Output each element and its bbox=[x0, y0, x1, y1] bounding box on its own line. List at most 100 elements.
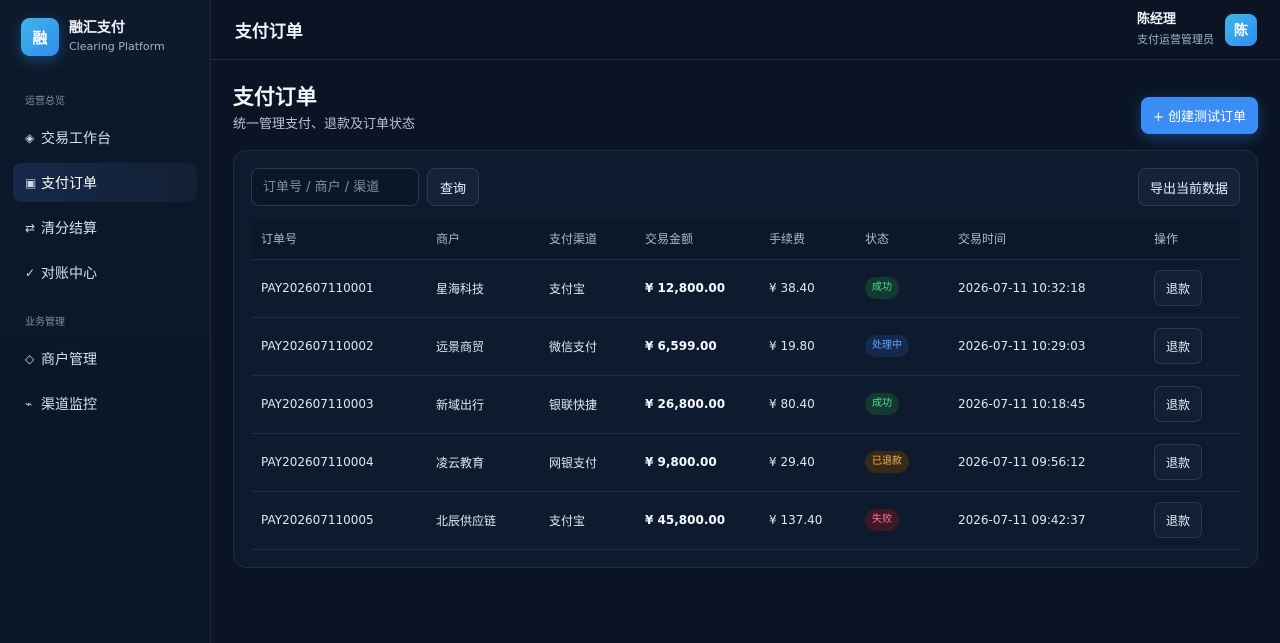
sidebar-item-label: 对账中心 bbox=[41, 265, 97, 282]
action-cell: 退款 bbox=[1144, 259, 1240, 318]
action-cell: 退款 bbox=[1144, 433, 1240, 492]
page-description: 统一管理支付、退款及订单状态 bbox=[233, 117, 416, 132]
orders-card: 查询 导出当前数据 订单号 商户 支付渠道 交易金额 手续费 状态 交易时间 操… bbox=[233, 150, 1258, 568]
payment-channel: 微信支付 bbox=[539, 317, 635, 376]
topbar-title: 支付订单 bbox=[235, 22, 303, 42]
column-header-amount: 交易金额 bbox=[635, 219, 759, 260]
action-cell: 退款 bbox=[1144, 375, 1240, 434]
merchant-name: 凌云教育 bbox=[426, 433, 539, 492]
refund-button[interactable]: 退款 bbox=[1154, 270, 1203, 306]
create-test-order-button[interactable]: + 创建测试订单 bbox=[1140, 97, 1258, 134]
column-header-order-id: 订单号 bbox=[251, 219, 426, 260]
topbar: 支付订单 陈经理 支付运营管理员 陈 bbox=[211, 0, 1280, 60]
merchant-name: 星海科技 bbox=[426, 259, 539, 318]
brand-name: 融汇支付 bbox=[69, 20, 125, 36]
transaction-amount: ¥ 6,599.00 bbox=[635, 317, 759, 376]
status-badge: 已退款 bbox=[865, 451, 909, 473]
merchant-name: 北辰供应链 bbox=[426, 491, 539, 550]
table-header-row: 订单号 商户 支付渠道 交易金额 手续费 状态 交易时间 操作 bbox=[251, 219, 1240, 260]
user-role: 支付运营管理员 bbox=[1137, 33, 1214, 46]
table-row: PAY202607110003 新域出行 银联快捷 ¥ 26,800.00 ¥ … bbox=[251, 375, 1240, 434]
order-id: PAY202607110002 bbox=[251, 317, 426, 376]
query-button[interactable]: 查询 bbox=[427, 168, 480, 206]
exchange-arrows-icon: ⇄ bbox=[25, 220, 36, 235]
order-id: PAY202607110004 bbox=[251, 433, 426, 492]
column-header-status: 状态 bbox=[855, 219, 948, 260]
fee: ¥ 19.80 bbox=[759, 317, 855, 376]
search-input[interactable] bbox=[251, 168, 419, 206]
sidebar-item-trading-workbench[interactable]: ◈ 交易工作台 bbox=[13, 118, 197, 157]
transaction-amount: ¥ 9,800.00 bbox=[635, 433, 759, 492]
order-id: PAY202607110001 bbox=[251, 259, 426, 318]
transaction-time: 2026-07-11 10:18:45 bbox=[948, 375, 1144, 434]
status-cell: 成功 bbox=[855, 375, 948, 434]
sidebar-item-channel-monitoring[interactable]: ⌁ 渠道监控 bbox=[13, 384, 197, 423]
transaction-amount: ¥ 45,800.00 bbox=[635, 491, 759, 550]
sidebar-item-label: 交易工作台 bbox=[41, 130, 111, 147]
avatar[interactable]: 陈 bbox=[1225, 13, 1257, 46]
table-row: PAY202607110001 星海科技 支付宝 ¥ 12,800.00 ¥ 3… bbox=[251, 259, 1240, 318]
status-cell: 成功 bbox=[855, 259, 948, 318]
user-menu[interactable]: 陈经理 支付运营管理员 陈 bbox=[1137, 11, 1257, 48]
refund-button[interactable]: 退款 bbox=[1154, 386, 1203, 422]
user-name: 陈经理 bbox=[1137, 12, 1177, 27]
status-cell: 处理中 bbox=[855, 317, 948, 376]
payment-channel: 支付宝 bbox=[539, 259, 635, 318]
sidebar-item-merchant-management[interactable]: ◇ 商户管理 bbox=[13, 339, 197, 378]
transaction-time: 2026-07-11 10:32:18 bbox=[948, 259, 1144, 318]
transaction-time: 2026-07-11 09:56:12 bbox=[948, 433, 1144, 492]
user-info: 陈经理 支付运营管理员 bbox=[1137, 11, 1214, 48]
sidebar-item-payment-orders[interactable]: ▣ 支付订单 bbox=[13, 163, 197, 202]
nav-section-overview: 运营总览 bbox=[25, 96, 65, 107]
transaction-time: 2026-07-11 09:42:37 bbox=[948, 491, 1144, 550]
column-header-action: 操作 bbox=[1144, 219, 1240, 260]
nav-section-business: 业务管理 bbox=[25, 317, 65, 328]
column-header-channel: 支付渠道 bbox=[539, 219, 635, 260]
refund-button[interactable]: 退款 bbox=[1154, 444, 1203, 480]
column-header-time: 交易时间 bbox=[948, 219, 1144, 260]
brand-logo: 融 bbox=[21, 18, 59, 56]
diamond-outline-icon: ◇ bbox=[25, 351, 35, 366]
order-id: PAY202607110003 bbox=[251, 375, 426, 434]
status-badge: 失败 bbox=[865, 509, 899, 531]
transaction-amount: ¥ 12,800.00 bbox=[635, 259, 759, 318]
transaction-amount: ¥ 26,800.00 bbox=[635, 375, 759, 434]
orders-toolbar: 查询 导出当前数据 bbox=[251, 168, 1240, 206]
status-cell: 失败 bbox=[855, 491, 948, 550]
merchant-name: 新域出行 bbox=[426, 375, 539, 434]
sidebar-item-clearing-settlement[interactable]: ⇄ 清分结算 bbox=[13, 208, 197, 247]
status-cell: 已退款 bbox=[855, 433, 948, 492]
square-box-icon: ▣ bbox=[25, 175, 37, 190]
sidebar-item-label: 商户管理 bbox=[41, 351, 97, 368]
sidebar-item-label: 清分结算 bbox=[41, 220, 97, 237]
fee: ¥ 38.40 bbox=[759, 259, 855, 318]
refund-button[interactable]: 退款 bbox=[1154, 502, 1203, 538]
sidebar: 融 融汇支付 Clearing Platform 运营总览 ◈ 交易工作台 ▣ … bbox=[0, 0, 211, 643]
diamond-dot-icon: ◈ bbox=[25, 130, 35, 145]
check-icon: ✓ bbox=[25, 265, 36, 280]
payment-channel: 网银支付 bbox=[539, 433, 635, 492]
table-row: PAY202607110004 凌云教育 网银支付 ¥ 9,800.00 ¥ 2… bbox=[251, 433, 1240, 492]
brand-subtitle: Clearing Platform bbox=[69, 40, 165, 53]
fee: ¥ 137.40 bbox=[759, 491, 855, 550]
sidebar-item-label: 渠道监控 bbox=[41, 396, 97, 413]
page-header: 支付订单 统一管理支付、退款及订单状态 + 创建测试订单 bbox=[211, 60, 1280, 150]
sidebar-item-label: 支付订单 bbox=[41, 175, 97, 192]
pulse-icon: ⌁ bbox=[25, 396, 33, 411]
brand-text: 融汇支付 Clearing Platform bbox=[69, 19, 165, 55]
status-badge: 成功 bbox=[865, 393, 899, 415]
column-header-merchant: 商户 bbox=[426, 219, 539, 260]
transaction-time: 2026-07-11 10:29:03 bbox=[948, 317, 1144, 376]
order-id: PAY202607110005 bbox=[251, 491, 426, 550]
action-cell: 退款 bbox=[1144, 491, 1240, 550]
main-content: 支付订单 陈经理 支付运营管理员 陈 支付订单 统一管理支付、退款及订单状态 +… bbox=[211, 0, 1280, 643]
export-button[interactable]: 导出当前数据 bbox=[1137, 168, 1240, 206]
page-title: 支付订单 bbox=[233, 85, 317, 109]
table-row: PAY202607110005 北辰供应链 支付宝 ¥ 45,800.00 ¥ … bbox=[251, 491, 1240, 550]
sidebar-item-reconciliation[interactable]: ✓ 对账中心 bbox=[13, 253, 197, 292]
refund-button[interactable]: 退款 bbox=[1154, 328, 1203, 364]
table-body: PAY202607110001 星海科技 支付宝 ¥ 12,800.00 ¥ 3… bbox=[251, 259, 1240, 550]
orders-table: 订单号 商户 支付渠道 交易金额 手续费 状态 交易时间 操作 PAY20260… bbox=[251, 219, 1240, 550]
fee: ¥ 29.40 bbox=[759, 433, 855, 492]
merchant-name: 远景商贸 bbox=[426, 317, 539, 376]
